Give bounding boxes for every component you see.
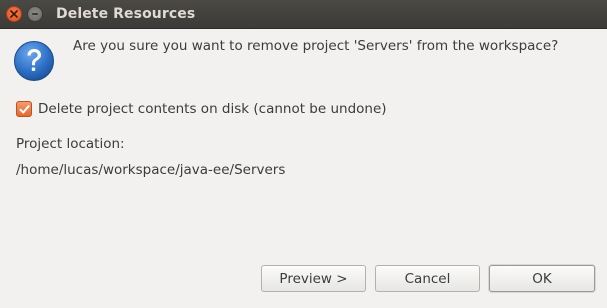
dialog-window: Delete Resources Are you sure you want t… [0,0,607,308]
preview-button[interactable]: Preview > [261,265,366,292]
project-location-label: Project location: [16,136,125,152]
confirm-message: Are you sure you want to remove project … [73,38,559,54]
cancel-button[interactable]: Cancel [375,265,480,292]
title-bar[interactable]: Delete Resources [0,0,607,29]
delete-contents-option[interactable]: Delete project contents on disk (cannot … [16,101,387,117]
close-window-button[interactable] [6,6,22,22]
project-location-value: /home/lucas/workspace/java-ee/Servers [16,162,286,178]
delete-contents-checkbox[interactable] [16,101,32,117]
checkmark-icon [19,104,30,113]
minimize-icon [32,13,38,15]
delete-contents-label[interactable]: Delete project contents on disk (cannot … [38,101,387,117]
close-icon [10,10,18,18]
window-title: Delete Resources [56,6,196,22]
minimize-window-button[interactable] [27,6,43,22]
ok-button[interactable]: OK [489,265,595,292]
question-icon [14,41,54,81]
